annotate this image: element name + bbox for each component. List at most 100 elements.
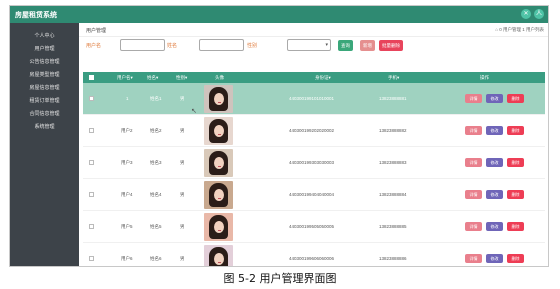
sidebar-item-users[interactable]: 用户管理 (10, 43, 79, 56)
page-header: 用户管理 ⌂ 0 用户管理 1 用户列表 (79, 23, 548, 37)
detail-button[interactable]: 详情 (465, 222, 482, 231)
header-username[interactable]: 用户名▾ (117, 75, 133, 81)
main-panel: 用户管理 ⌂ 0 用户管理 1 用户列表 用户名 姓名 性别 ▾ 查询 新增 批… (79, 23, 548, 266)
cell-username: 用户4 (121, 192, 133, 197)
add-button[interactable]: 新增 (360, 40, 375, 51)
row-checkbox[interactable] (89, 160, 94, 165)
header-avatar: 头像 (215, 75, 224, 80)
detail-button[interactable]: 详情 (465, 94, 482, 103)
edit-button[interactable]: 修改 (486, 158, 503, 167)
cell-username: 用户5 (121, 224, 133, 229)
row-checkbox[interactable] (89, 192, 94, 197)
cell-name: 姓名6 (150, 256, 162, 261)
cell-id-card: 440300199404040004 (289, 192, 335, 197)
name-label: 姓名 (167, 43, 178, 49)
sidebar-item-houses[interactable]: 房屋信息管理 (10, 82, 79, 95)
avatar (204, 245, 233, 266)
name-input[interactable] (199, 39, 244, 51)
delete-button[interactable]: 删除 (507, 222, 524, 231)
figure-caption: 图 5-2 用户管理界面图 (223, 272, 337, 285)
cell-username: 1 (126, 96, 129, 101)
cell-name: 姓名1 (150, 96, 162, 101)
table-row[interactable]: 用户4 姓名4 男 440300199404040004 13823888884… (83, 179, 545, 211)
batch-delete-button[interactable]: 批量删除 (379, 40, 403, 51)
edit-button[interactable]: 修改 (486, 94, 503, 103)
page-title: 用户管理 (86, 28, 107, 34)
avatar (204, 85, 233, 113)
cell-phone: 13823888882 (379, 128, 407, 133)
cell-gender: 男 (180, 192, 185, 197)
delete-button[interactable]: 删除 (507, 158, 524, 167)
sidebar: 个人中心 用户管理 公告信息管理 房屋类型管理 房屋信息管理 租赁订单管理 合同… (10, 23, 79, 266)
detail-button[interactable]: 详情 (465, 190, 482, 199)
header-phone[interactable]: 手机▾ (388, 75, 399, 81)
edit-button[interactable]: 修改 (486, 190, 503, 199)
header-gender[interactable]: 性别▾ (176, 75, 187, 81)
table-row[interactable]: 用户5 姓名5 男 440300199505050005 13823888885… (83, 211, 545, 243)
detail-button[interactable]: 详情 (465, 126, 482, 135)
cell-phone: 13823888885 (379, 224, 407, 229)
close-icon[interactable]: ✕ (521, 9, 531, 19)
cell-id-card: 440300199303030003 (289, 160, 335, 165)
user-icon[interactable]: 人 (534, 9, 544, 19)
cell-id-card: 440300199202020002 (289, 128, 335, 133)
cell-gender: 男 (180, 128, 185, 133)
cell-name: 姓名2 (150, 128, 162, 133)
delete-button[interactable]: 删除 (507, 254, 524, 263)
cell-name: 姓名4 (150, 192, 162, 197)
sidebar-item-profile[interactable]: 个人中心 (10, 30, 79, 43)
table-row[interactable]: 用户2 姓名2 男 440300199202020002 13823888882… (83, 115, 545, 147)
cell-name: 姓名3 (150, 160, 162, 165)
table-header: 用户名▾ 姓名▾ 性别▾ 头像 身份证▾ 手机▾ 操作 (83, 72, 545, 83)
cell-id-card: 440300199606060006 (289, 256, 335, 261)
sidebar-item-system[interactable]: 系统管理 (10, 121, 79, 134)
sidebar-item-orders[interactable]: 租赁订单管理 (10, 95, 79, 108)
cell-phone: 13823888881 (379, 96, 407, 101)
search-button[interactable]: 查询 (338, 40, 353, 51)
table-row[interactable]: 用户3 姓名3 男 440300199303030003 13823888883… (83, 147, 545, 179)
cell-gender: 男 (180, 224, 185, 229)
mouse-cursor-icon: ↖ (191, 108, 197, 115)
edit-button[interactable]: 修改 (486, 222, 503, 231)
cell-phone: 13823888883 (379, 160, 407, 165)
breadcrumb[interactable]: ⌂ 0 用户管理 1 用户列表 (495, 27, 544, 33)
cell-name: 姓名5 (150, 224, 162, 229)
detail-button[interactable]: 详情 (465, 254, 482, 263)
select-all-checkbox[interactable] (89, 75, 94, 80)
sidebar-item-contracts[interactable]: 合同信息管理 (10, 108, 79, 121)
cell-phone: 13823888884 (379, 192, 407, 197)
avatar (204, 213, 233, 241)
top-bar: 房屋租赁系统 ✕ 人 (10, 6, 548, 23)
header-name[interactable]: 姓名▾ (147, 75, 158, 81)
edit-button[interactable]: 修改 (486, 126, 503, 135)
app-window: 房屋租赁系统 ✕ 人 个人中心 用户管理 公告信息管理 房屋类型管理 房屋信息管… (9, 5, 549, 267)
username-label: 用户名 (86, 43, 102, 49)
chevron-down-icon: ▾ (325, 42, 328, 48)
delete-button[interactable]: 删除 (507, 126, 524, 135)
table-row[interactable]: 用户6 姓名6 男 440300199606060006 13823888886… (83, 243, 545, 266)
sidebar-item-notices[interactable]: 公告信息管理 (10, 56, 79, 69)
user-table: 用户名▾ 姓名▾ 性别▾ 头像 身份证▾ 手机▾ 操作 1 姓名1 男 4403… (83, 72, 545, 266)
sidebar-item-house-types[interactable]: 房屋类型管理 (10, 69, 79, 82)
delete-button[interactable]: 删除 (507, 190, 524, 199)
edit-button[interactable]: 修改 (486, 254, 503, 263)
cell-gender: 男 (180, 160, 185, 165)
cell-username: 用户2 (121, 128, 133, 133)
cell-phone: 13823888886 (379, 256, 407, 261)
cell-id-card: 440300199101010001 (289, 96, 335, 101)
cell-id-card: 440300199505050005 (289, 224, 335, 229)
header-id-card[interactable]: 身份证▾ (315, 75, 331, 81)
avatar (204, 117, 233, 145)
detail-button[interactable]: 详情 (465, 158, 482, 167)
row-checkbox[interactable] (89, 256, 94, 261)
username-input[interactable] (120, 39, 165, 51)
row-checkbox[interactable] (89, 96, 94, 101)
gender-select[interactable]: ▾ (287, 39, 331, 51)
app-title: 房屋租赁系统 (15, 12, 57, 19)
table-row[interactable]: 1 姓名1 男 440300199101010001 13823888881 详… (83, 83, 545, 115)
cell-username: 用户3 (121, 160, 133, 165)
delete-button[interactable]: 删除 (507, 94, 524, 103)
cell-gender: 男 (180, 96, 185, 101)
row-checkbox[interactable] (89, 128, 94, 133)
row-checkbox[interactable] (89, 224, 94, 229)
